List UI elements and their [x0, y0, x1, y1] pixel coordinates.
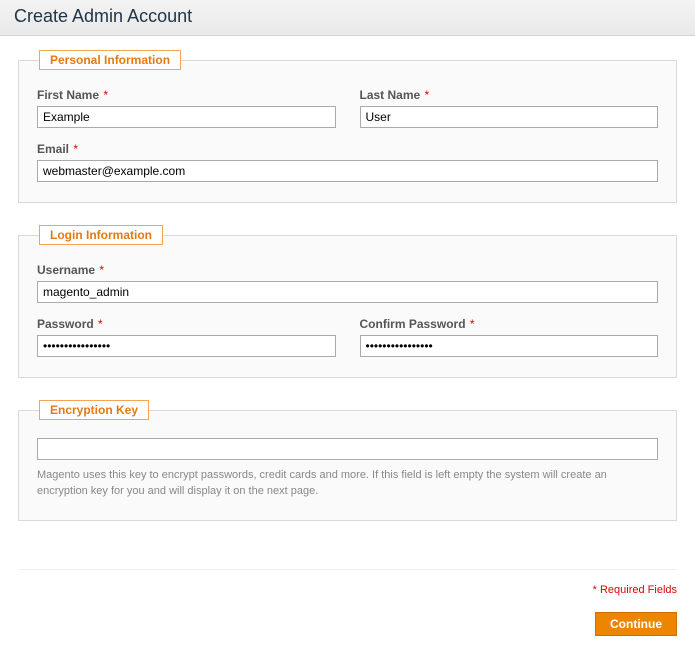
- fieldset-encryption-key: Encryption Key Magento uses this key to …: [18, 400, 677, 521]
- page-title: Create Admin Account: [14, 6, 681, 27]
- required-asterisk: *: [99, 263, 104, 277]
- form-footer: * Required Fields Continue: [18, 569, 677, 646]
- field-username: Username *: [37, 263, 658, 303]
- input-encryption-key[interactable]: [37, 438, 658, 460]
- field-confirm-password: Confirm Password *: [360, 317, 659, 357]
- input-last-name[interactable]: [360, 106, 659, 128]
- label-password: Password *: [37, 317, 336, 331]
- form-content: Personal Information First Name * Last N…: [0, 36, 695, 553]
- input-username[interactable]: [37, 281, 658, 303]
- form-actions: Continue: [18, 612, 677, 636]
- fieldset-login-information: Login Information Username * Password *: [18, 225, 677, 378]
- continue-button[interactable]: Continue: [595, 612, 677, 636]
- required-asterisk: *: [425, 88, 430, 102]
- required-asterisk: *: [98, 317, 103, 331]
- input-email[interactable]: [37, 160, 658, 182]
- required-asterisk: *: [470, 317, 475, 331]
- label-confirm-password: Confirm Password *: [360, 317, 659, 331]
- encryption-key-hint: Magento uses this key to encrypt passwor…: [37, 468, 658, 500]
- label-username: Username *: [37, 263, 658, 277]
- page-header: Create Admin Account: [0, 0, 695, 36]
- required-asterisk: *: [103, 88, 108, 102]
- label-email: Email *: [37, 142, 658, 156]
- input-confirm-password[interactable]: [360, 335, 659, 357]
- fieldset-personal-information: Personal Information First Name * Last N…: [18, 50, 677, 203]
- legend-login-information: Login Information: [39, 225, 163, 245]
- field-password: Password *: [37, 317, 336, 357]
- field-encryption-key: Magento uses this key to encrypt passwor…: [37, 438, 658, 500]
- legend-encryption-key: Encryption Key: [39, 400, 149, 420]
- input-first-name[interactable]: [37, 106, 336, 128]
- input-password[interactable]: [37, 335, 336, 357]
- field-first-name: First Name *: [37, 88, 336, 128]
- required-asterisk: *: [73, 142, 78, 156]
- field-email: Email *: [37, 142, 658, 182]
- label-first-name: First Name *: [37, 88, 336, 102]
- label-last-name: Last Name *: [360, 88, 659, 102]
- field-last-name: Last Name *: [360, 88, 659, 128]
- legend-personal-information: Personal Information: [39, 50, 181, 70]
